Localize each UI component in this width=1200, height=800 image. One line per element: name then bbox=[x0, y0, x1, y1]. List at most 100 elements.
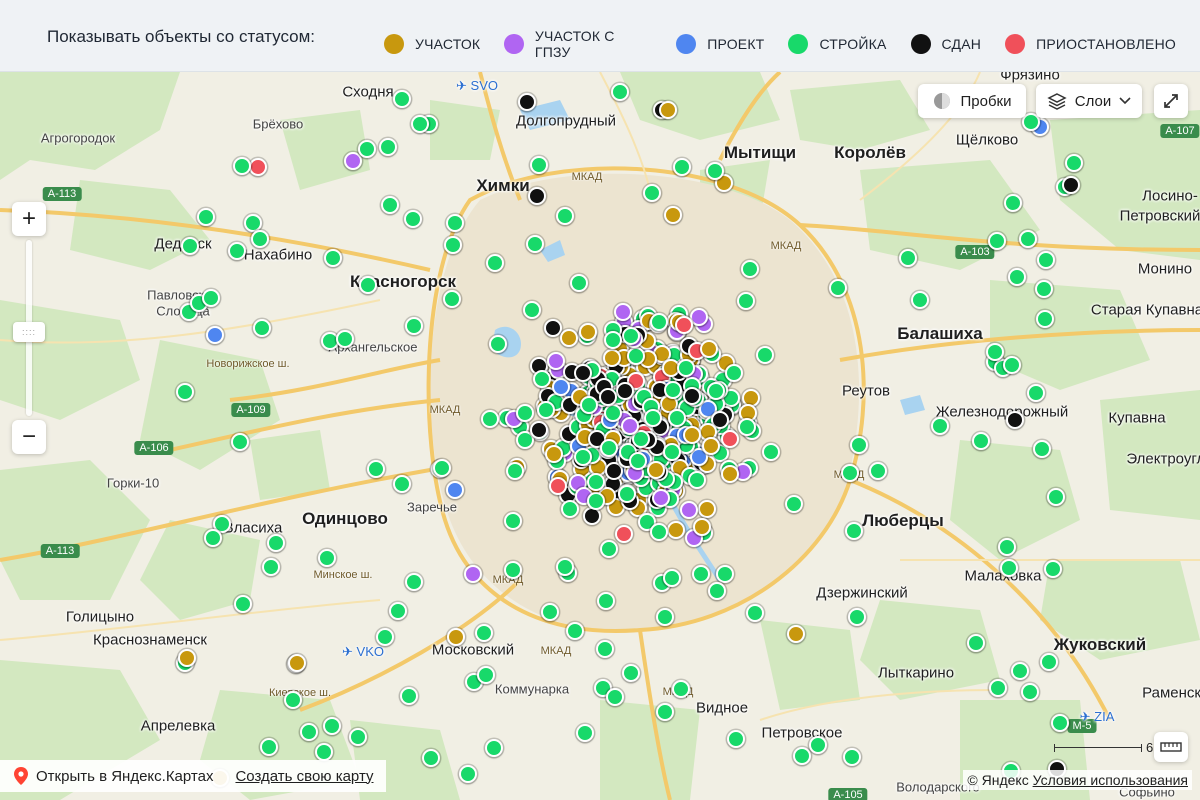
object-marker[interactable] bbox=[692, 565, 711, 584]
object-marker[interactable] bbox=[476, 665, 495, 684]
object-marker[interactable] bbox=[930, 417, 949, 436]
object-marker[interactable] bbox=[603, 404, 622, 423]
object-marker[interactable] bbox=[547, 351, 566, 370]
object-marker[interactable] bbox=[544, 445, 563, 464]
object-marker[interactable] bbox=[667, 408, 686, 427]
object-marker[interactable] bbox=[555, 206, 574, 225]
object-marker[interactable] bbox=[358, 140, 377, 159]
object-marker[interactable] bbox=[756, 346, 775, 365]
object-marker[interactable] bbox=[459, 764, 478, 783]
object-marker[interactable] bbox=[392, 90, 411, 109]
object-marker[interactable] bbox=[642, 184, 661, 203]
object-marker[interactable] bbox=[650, 313, 669, 332]
object-marker[interactable] bbox=[1027, 384, 1046, 403]
object-marker[interactable] bbox=[516, 404, 535, 423]
object-marker[interactable] bbox=[614, 303, 632, 322]
object-marker[interactable] bbox=[230, 432, 249, 451]
object-marker[interactable] bbox=[1021, 682, 1040, 701]
object-marker[interactable] bbox=[1010, 662, 1029, 681]
object-marker[interactable] bbox=[389, 601, 408, 620]
object-marker[interactable] bbox=[529, 156, 548, 174]
object-marker[interactable] bbox=[443, 235, 462, 254]
object-marker[interactable] bbox=[551, 378, 570, 397]
object-marker[interactable] bbox=[284, 690, 303, 709]
zoom-out-button[interactable]: − bbox=[12, 420, 46, 454]
object-marker[interactable] bbox=[727, 729, 746, 748]
object-marker[interactable] bbox=[446, 214, 465, 233]
object-marker[interactable] bbox=[576, 723, 595, 742]
object-marker[interactable] bbox=[432, 458, 451, 477]
object-marker[interactable] bbox=[1044, 559, 1063, 578]
object-marker[interactable] bbox=[335, 329, 354, 348]
object-marker[interactable] bbox=[1050, 714, 1069, 733]
object-marker[interactable] bbox=[267, 533, 286, 552]
object-marker[interactable] bbox=[1019, 229, 1038, 248]
object-marker[interactable] bbox=[252, 318, 271, 337]
object-marker[interactable] bbox=[573, 448, 592, 467]
object-marker[interactable] bbox=[655, 702, 674, 721]
object-marker[interactable] bbox=[700, 340, 719, 359]
object-marker[interactable] bbox=[232, 156, 251, 175]
object-marker[interactable] bbox=[569, 274, 588, 293]
object-marker[interactable] bbox=[180, 237, 199, 256]
object-marker[interactable] bbox=[323, 249, 342, 268]
object-marker[interactable] bbox=[786, 624, 805, 643]
object-marker[interactable] bbox=[741, 259, 760, 278]
object-marker[interactable] bbox=[1033, 439, 1052, 458]
object-marker[interactable] bbox=[561, 499, 579, 518]
object-marker[interactable] bbox=[405, 572, 424, 591]
object-marker[interactable] bbox=[1003, 355, 1021, 374]
object-marker[interactable] bbox=[1006, 411, 1025, 430]
object-marker[interactable] bbox=[1008, 268, 1027, 287]
object-marker[interactable] bbox=[573, 364, 592, 383]
object-marker[interactable] bbox=[664, 205, 683, 224]
object-marker[interactable] bbox=[1039, 653, 1058, 672]
object-marker[interactable] bbox=[603, 348, 622, 367]
object-marker[interactable] bbox=[621, 417, 640, 436]
object-marker[interactable] bbox=[720, 464, 739, 483]
object-marker[interactable] bbox=[972, 432, 991, 451]
object-marker[interactable] bbox=[503, 560, 522, 579]
object-marker[interactable] bbox=[446, 480, 465, 499]
traffic-button[interactable]: Пробки bbox=[918, 84, 1026, 118]
fullscreen-button[interactable] bbox=[1154, 84, 1188, 118]
object-marker[interactable] bbox=[828, 279, 847, 298]
object-marker[interactable] bbox=[555, 557, 574, 576]
object-marker[interactable] bbox=[537, 400, 556, 419]
status-filter-item[interactable]: ПРОЕКТ bbox=[676, 34, 764, 54]
object-marker[interactable] bbox=[484, 739, 503, 758]
object-marker[interactable] bbox=[1037, 251, 1056, 270]
object-marker[interactable] bbox=[529, 420, 548, 439]
object-marker[interactable] bbox=[566, 622, 585, 641]
object-marker[interactable] bbox=[705, 161, 724, 180]
object-marker[interactable] bbox=[522, 300, 541, 319]
object-marker[interactable] bbox=[687, 471, 706, 490]
object-marker[interactable] bbox=[793, 746, 811, 765]
object-marker[interactable] bbox=[663, 569, 682, 588]
object-marker[interactable] bbox=[1035, 309, 1054, 328]
object-marker[interactable] bbox=[646, 460, 665, 479]
object-marker[interactable] bbox=[178, 649, 197, 668]
object-marker[interactable] bbox=[683, 387, 702, 406]
object-marker[interactable] bbox=[716, 565, 735, 584]
object-marker[interactable] bbox=[405, 317, 424, 336]
object-marker[interactable] bbox=[667, 521, 686, 540]
object-marker[interactable] bbox=[411, 115, 430, 134]
object-marker[interactable] bbox=[1000, 558, 1019, 577]
object-marker[interactable] bbox=[375, 627, 394, 646]
object-marker[interactable] bbox=[543, 319, 562, 338]
object-marker[interactable] bbox=[708, 581, 727, 600]
object-marker[interactable] bbox=[228, 242, 247, 261]
object-marker[interactable] bbox=[233, 594, 252, 613]
object-marker[interactable] bbox=[643, 408, 662, 427]
object-marker[interactable] bbox=[579, 323, 598, 342]
object-marker[interactable] bbox=[597, 591, 616, 610]
object-marker[interactable] bbox=[604, 330, 623, 349]
object-marker[interactable] bbox=[599, 540, 618, 559]
object-marker[interactable] bbox=[1046, 487, 1065, 506]
terms-link[interactable]: Условия использования bbox=[1033, 772, 1188, 788]
object-marker[interactable] bbox=[380, 196, 399, 215]
object-marker[interactable] bbox=[1065, 154, 1084, 173]
object-marker[interactable] bbox=[659, 101, 678, 120]
object-marker[interactable] bbox=[540, 603, 559, 622]
